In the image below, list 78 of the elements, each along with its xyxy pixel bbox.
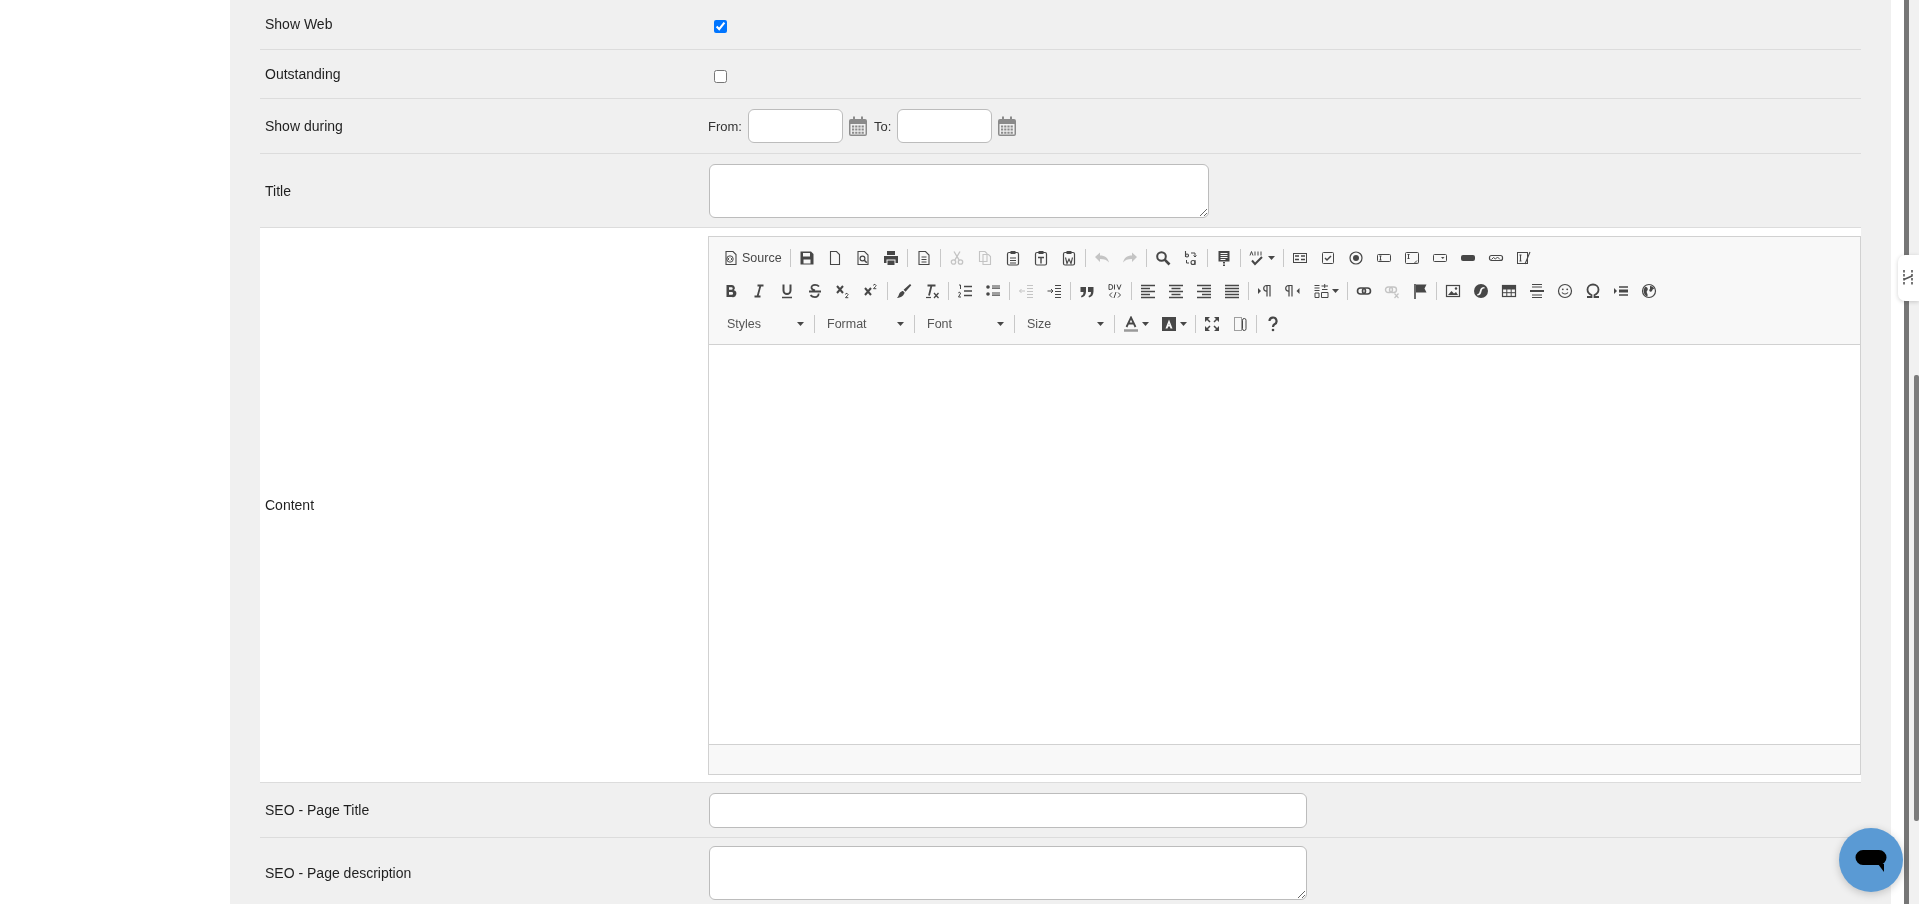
from-label: From:	[708, 118, 742, 134]
caret-icon	[997, 321, 1004, 326]
help-icon[interactable]	[1265, 315, 1281, 332]
bulleted-list-icon[interactable]	[985, 282, 1001, 299]
caret-icon	[1097, 321, 1104, 326]
dashed-bars-icon	[1902, 269, 1914, 287]
clipboard-word-icon[interactable]	[1060, 249, 1077, 266]
show-blocks-icon[interactable]	[1232, 315, 1248, 332]
language-icon	[1313, 282, 1329, 299]
align-center-icon[interactable]	[1168, 282, 1184, 299]
chat-bubble-icon	[1854, 847, 1888, 873]
paintbrush-icon[interactable]	[896, 282, 912, 299]
text-area-field[interactable]	[709, 846, 1307, 900]
flag-icon[interactable]	[1412, 282, 1428, 299]
to-label: To:	[873, 118, 892, 134]
save-icon[interactable]	[798, 249, 815, 266]
caret-icon	[1332, 288, 1339, 293]
underline-icon[interactable]	[779, 282, 795, 299]
spellcheck-icon	[1248, 249, 1265, 266]
clipboard-icon[interactable]	[1004, 249, 1021, 266]
image-icon[interactable]	[1445, 282, 1461, 299]
field-label: Outstanding	[264, 65, 342, 82]
field-label: Title	[264, 182, 292, 199]
background-color-icon	[1161, 315, 1177, 332]
text-area-field[interactable]	[709, 163, 1209, 218]
div-container-icon[interactable]	[1107, 282, 1123, 299]
text-color-icon	[1123, 315, 1139, 332]
calendar-icon[interactable]	[997, 116, 1018, 136]
checkbox[interactable]	[714, 69, 727, 83]
caret-icon	[1267, 255, 1275, 260]
justify-icon[interactable]	[1224, 282, 1240, 299]
format-dropdown[interactable]: Format	[817, 311, 912, 336]
size-dropdown[interactable]: Size	[1017, 311, 1112, 336]
caret-icon	[1142, 321, 1149, 326]
radio-button-icon[interactable]	[1347, 249, 1364, 266]
field-label: Show Web	[264, 16, 334, 33]
maximize-icon[interactable]	[1204, 315, 1220, 332]
source-button[interactable]: Source	[717, 245, 788, 270]
scrollbar-thumb[interactable]	[1914, 375, 1919, 821]
page-lines-icon[interactable]	[915, 249, 932, 266]
side-tab[interactable]	[1898, 255, 1919, 301]
text-input-field[interactable]	[709, 792, 1307, 828]
strikethrough-icon[interactable]	[807, 282, 823, 299]
caret-icon	[797, 321, 804, 326]
page-magnifier-icon[interactable]	[854, 249, 871, 266]
clear-formatting-icon[interactable]	[924, 282, 940, 299]
flash-icon[interactable]	[1473, 282, 1489, 299]
right-to-left-icon[interactable]	[1285, 282, 1301, 299]
styles-dropdown[interactable]: Styles	[717, 311, 812, 336]
left-to-right-icon[interactable]	[1257, 282, 1273, 299]
globe-icon[interactable]	[1641, 282, 1657, 299]
indent-icon[interactable]	[1046, 282, 1062, 299]
printer-icon[interactable]	[882, 249, 899, 266]
field-label: SEO - Page description	[264, 865, 413, 881]
source-icon	[723, 249, 739, 266]
search-icon[interactable]	[1154, 249, 1171, 266]
field-label: Content	[264, 497, 316, 513]
checkbox-icon[interactable]	[1319, 249, 1336, 266]
hidden-field-icon[interactable]	[1515, 249, 1532, 266]
horizontal-line-icon[interactable]	[1529, 282, 1545, 299]
clipboard-text-icon[interactable]	[1032, 249, 1049, 266]
field-label: Show during	[264, 118, 344, 134]
replace-icon[interactable]	[1182, 249, 1199, 266]
caret-icon	[1180, 321, 1187, 326]
smiley-icon[interactable]	[1557, 282, 1573, 299]
align-right-icon[interactable]	[1196, 282, 1212, 299]
caret-icon	[897, 321, 904, 326]
table-icon[interactable]	[1501, 282, 1517, 299]
omega-icon[interactable]	[1585, 282, 1601, 299]
checkbox[interactable]	[714, 20, 727, 34]
date-field[interactable]	[747, 109, 843, 143]
text-area-icon[interactable]	[1403, 249, 1420, 266]
date-field[interactable]	[897, 109, 993, 143]
numbered-list-icon[interactable]	[957, 282, 973, 299]
font-dropdown[interactable]: Font	[917, 311, 1012, 336]
field-label: SEO - Page Title	[264, 802, 371, 818]
align-left-icon[interactable]	[1140, 282, 1156, 299]
calendar-icon[interactable]	[847, 116, 868, 136]
